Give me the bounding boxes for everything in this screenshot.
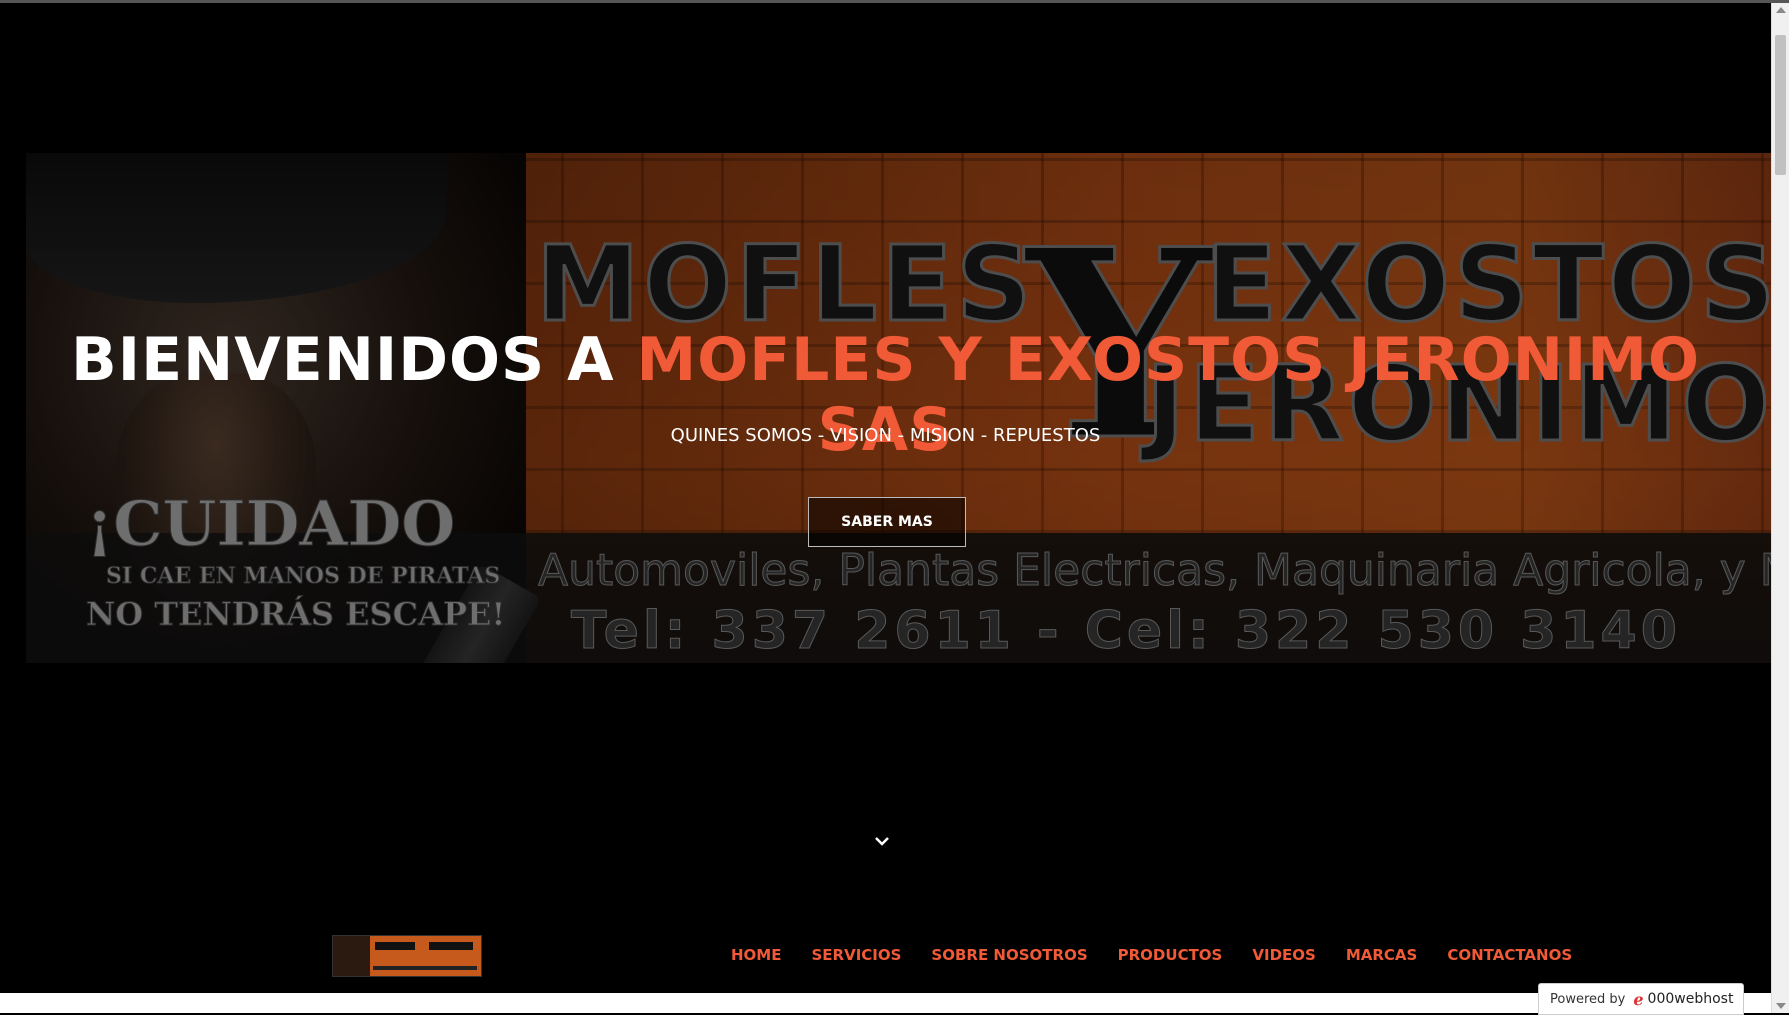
scrollbar-thumb[interactable] — [1775, 35, 1786, 175]
powered-by-badge[interactable]: Powered by ℯ 000webhost — [1538, 983, 1744, 1015]
nav-item-contactanos[interactable]: CONTACTANOS — [1447, 946, 1572, 964]
nav-item-sobre-nosotros[interactable]: SOBRE NOSOTROS — [931, 946, 1087, 964]
vertical-scrollbar[interactable] — [1771, 3, 1789, 1013]
saber-mas-button[interactable]: SABER MAS — [808, 497, 966, 547]
powered-by-brand: 000webhost — [1647, 991, 1734, 1007]
hero-title-prefix: BIENVENIDOS A — [71, 325, 637, 395]
page: MOFLES Y EXOSTOS JERONIMO Automoviles, P… — [0, 3, 1771, 993]
powered-by-label: Powered by — [1550, 991, 1626, 1007]
scroll-down-chevron-icon[interactable] — [873, 832, 891, 850]
scroll-up-arrow-icon[interactable] — [1776, 7, 1786, 13]
main-navbar: HOME SERVICIOS SOBRE NOSOTROS PRODUCTOS … — [0, 918, 1771, 993]
logo-mark-bottom — [373, 966, 477, 970]
nav-item-videos[interactable]: VIDEOS — [1252, 946, 1315, 964]
page-bottom-strip — [0, 993, 1771, 1013]
logo-mark-right — [429, 942, 473, 950]
nav-item-servicios[interactable]: SERVICIOS — [811, 946, 901, 964]
site-logo[interactable] — [332, 935, 482, 977]
logo-mark-left — [375, 942, 415, 950]
nav-item-productos[interactable]: PRODUCTOS — [1118, 946, 1223, 964]
scroll-down-arrow-icon[interactable] — [1776, 1003, 1786, 1009]
nav-item-home[interactable]: HOME — [731, 946, 781, 964]
webhost-logo-icon: ℯ — [1633, 989, 1644, 1009]
nav-item-marcas[interactable]: MARCAS — [1346, 946, 1418, 964]
nav-links: HOME SERVICIOS SOBRE NOSOTROS PRODUCTOS … — [731, 946, 1602, 964]
hero-subtitle: QUINES SOMOS - VISION - MISION - REPUEST… — [670, 425, 1101, 446]
